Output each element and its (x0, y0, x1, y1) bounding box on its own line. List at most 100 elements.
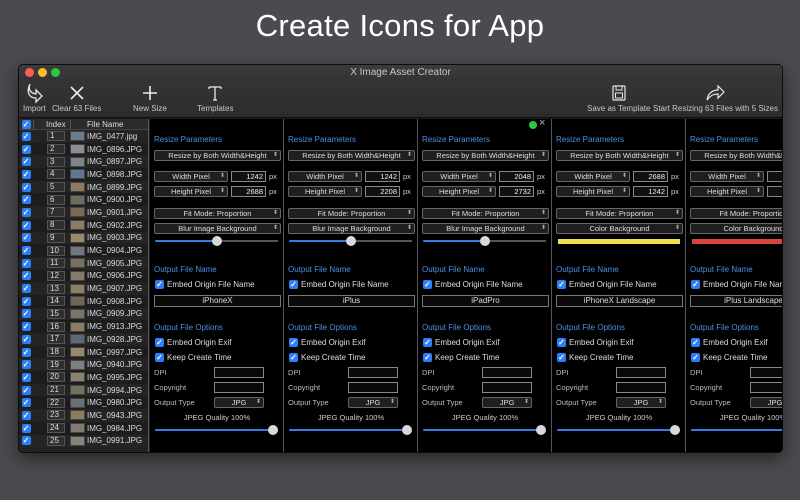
width-mode-select[interactable]: Width Pixel ⬍ (288, 171, 362, 182)
background-color-swatch[interactable] (692, 239, 782, 244)
jpeg-quality-slider[interactable] (557, 425, 680, 435)
row-checkbox[interactable]: ✓ (21, 385, 31, 395)
file-row[interactable]: ✓ 10 IMG_0904.JPG (19, 244, 148, 257)
height-input[interactable]: 2208 (365, 186, 400, 197)
fit-mode-select[interactable]: Fit Mode: Proportion ⬍ (288, 208, 415, 219)
row-checkbox[interactable]: ✓ (21, 258, 31, 268)
quality-slider-knob[interactable] (536, 425, 546, 435)
row-checkbox[interactable]: ✓ (21, 436, 31, 446)
keep-time-checkbox[interactable]: ✓ Keep Create Time (289, 353, 365, 362)
file-row[interactable]: ✓ 4 IMG_0898.JPG (19, 168, 148, 181)
file-row[interactable]: ✓ 11 IMG_0905.JPG (19, 256, 148, 270)
height-mode-select[interactable]: Height Pixel ⬍ (690, 186, 764, 197)
close-panel-icon[interactable]: × (539, 119, 545, 129)
row-checkbox[interactable]: ✓ (21, 398, 31, 408)
row-checkbox[interactable]: ✓ (21, 131, 31, 141)
file-row[interactable]: ✓ 8 IMG_0902.JPG (19, 218, 148, 232)
file-row[interactable]: ✓ 14 IMG_0908.JPG (19, 294, 148, 308)
row-checkbox[interactable]: ✓ (21, 410, 31, 420)
output-type-select[interactable]: JPG⬍ (616, 397, 666, 408)
file-row[interactable]: ✓ 3 IMG_0897.JPG (19, 155, 148, 169)
dpi-input[interactable] (616, 367, 666, 378)
embed-exif-checkbox[interactable]: ✓ Embed Origin Exif (423, 338, 499, 347)
height-input[interactable]: 2732 (499, 186, 534, 197)
file-name-column-header[interactable]: File Name (70, 119, 148, 129)
row-checkbox[interactable]: ✓ (21, 347, 31, 357)
copyright-input[interactable] (750, 382, 782, 393)
width-mode-select[interactable]: Width Pixel ⬍ (690, 171, 764, 182)
row-checkbox[interactable]: ✓ (21, 207, 31, 217)
select-all-checkbox[interactable]: ✓ (21, 119, 31, 129)
row-checkbox[interactable]: ✓ (21, 296, 31, 306)
file-row[interactable]: ✓ 21 IMG_0994.JPG (19, 383, 148, 397)
dpi-input[interactable] (348, 367, 398, 378)
width-mode-select[interactable]: Width Pixel ⬍ (422, 171, 496, 182)
file-row[interactable]: ✓ 5 IMG_0899.JPG (19, 180, 148, 194)
file-row[interactable]: ✓ 17 IMG_0928.JPG (19, 333, 148, 346)
row-checkbox[interactable]: ✓ (21, 334, 31, 344)
row-checkbox[interactable]: ✓ (21, 182, 31, 192)
copyright-input[interactable] (482, 382, 532, 393)
output-type-select[interactable]: JPG⬍ (214, 397, 264, 408)
background-select[interactable]: Color Background ⬍ (556, 223, 683, 234)
copyright-input[interactable] (214, 382, 264, 393)
quality-slider-knob[interactable] (402, 425, 412, 435)
minimize-window-button[interactable] (38, 68, 47, 77)
width-mode-select[interactable]: Width Pixel ⬍ (556, 171, 630, 182)
output-type-select[interactable]: JPG⬍ (750, 397, 782, 408)
background-select[interactable]: Blur Image Background ⬍ (288, 223, 415, 234)
jpeg-quality-slider[interactable] (423, 425, 546, 435)
embed-name-checkbox[interactable]: ✓ Embed Origin File Name (691, 280, 782, 289)
file-row[interactable]: ✓ 9 IMG_0903.JPG (19, 231, 148, 245)
width-mode-select[interactable]: Width Pixel ⬍ (154, 171, 228, 182)
row-checkbox[interactable]: ✓ (21, 144, 31, 154)
file-row[interactable]: ✓ 2 IMG_0896.JPG (19, 142, 148, 156)
output-type-select[interactable]: JPG⬍ (348, 397, 398, 408)
width-input[interactable]: 1242 (231, 171, 266, 182)
close-window-button[interactable] (25, 68, 34, 77)
jpeg-quality-slider[interactable] (155, 425, 278, 435)
blur-slider[interactable] (423, 236, 546, 246)
index-column-header[interactable]: Index (33, 119, 70, 129)
keep-time-checkbox[interactable]: ✓ Keep Create Time (557, 353, 633, 362)
fit-mode-select[interactable]: Fit Mode: Proportion ⬍ (154, 208, 281, 219)
row-checkbox[interactable]: ✓ (21, 233, 31, 243)
row-checkbox[interactable]: ✓ (21, 423, 31, 433)
fit-mode-select[interactable]: Fit Mode: Proportion ⬍ (556, 208, 683, 219)
blur-slider[interactable] (155, 236, 278, 246)
fit-mode-select[interactable]: Fit Mode: Proportion ⬍ (422, 208, 549, 219)
jpeg-quality-slider[interactable] (289, 425, 412, 435)
row-checkbox[interactable]: ✓ (21, 309, 31, 319)
blur-slider-knob[interactable] (479, 236, 490, 246)
output-name-input[interactable]: iPadPro (422, 295, 549, 307)
height-mode-select[interactable]: Height Pixel ⬍ (154, 186, 228, 197)
background-select[interactable]: Blur Image Background ⬍ (422, 223, 549, 234)
quality-slider-knob[interactable] (670, 425, 680, 435)
file-row[interactable]: ✓ 23 IMG_0943.JPG (19, 409, 148, 422)
background-color-swatch[interactable] (558, 239, 680, 244)
file-row[interactable]: ✓ 6 IMG_0900.JPG (19, 193, 148, 207)
file-row[interactable]: ✓ 1 IMG_0477.jpg (19, 130, 148, 143)
resize-mode-select[interactable]: Resize by Both Width&Height ⬍ (556, 150, 683, 161)
clear-files-button[interactable]: Clear 63 Files (52, 82, 101, 113)
embed-exif-checkbox[interactable]: ✓ Embed Origin Exif (691, 338, 767, 347)
height-mode-select[interactable]: Height Pixel ⬍ (556, 186, 630, 197)
jpeg-quality-slider[interactable] (691, 425, 782, 435)
file-row[interactable]: ✓ 13 IMG_0907.JPG (19, 282, 148, 295)
copyright-input[interactable] (348, 382, 398, 393)
embed-name-checkbox[interactable]: ✓ Embed Origin File Name (557, 280, 657, 289)
row-checkbox[interactable]: ✓ (21, 246, 31, 256)
resize-mode-select[interactable]: Resize by Both Width&Height ⬍ (422, 150, 549, 161)
save-template-button[interactable]: Save as Template (587, 82, 650, 113)
row-checkbox[interactable]: ✓ (21, 169, 31, 179)
embed-name-checkbox[interactable]: ✓ Embed Origin File Name (155, 280, 255, 289)
file-row[interactable]: ✓ 24 IMG_0984.JPG (19, 421, 148, 435)
height-input[interactable]: 1242 (633, 186, 668, 197)
templates-button[interactable]: Templates (197, 82, 233, 113)
start-resizing-button[interactable]: Start Resizing 63 Files with 5 Sizes (653, 82, 778, 113)
file-row[interactable]: ✓ 15 IMG_0909.JPG (19, 307, 148, 321)
dpi-input[interactable] (750, 367, 782, 378)
output-name-input[interactable]: iPhoneX (154, 295, 281, 307)
row-checkbox[interactable]: ✓ (21, 284, 31, 294)
file-row[interactable]: ✓ 7 IMG_0901.JPG (19, 206, 148, 219)
